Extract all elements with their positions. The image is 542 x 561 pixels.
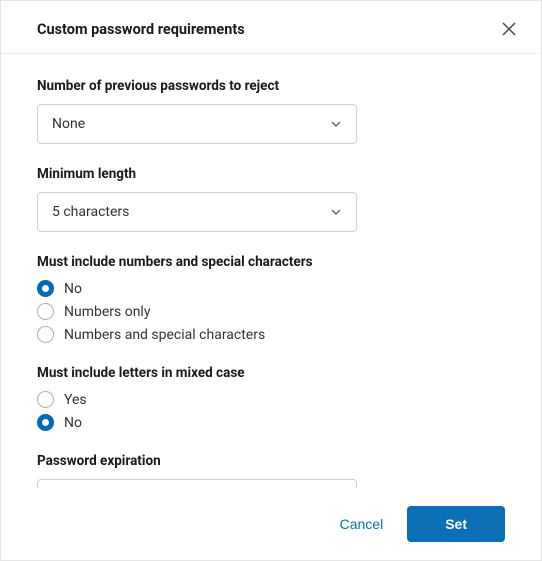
radio-label: No [64, 415, 82, 431]
cancel-button[interactable]: Cancel [340, 516, 384, 532]
radio-option-numbers-only[interactable]: Numbers only [37, 303, 505, 320]
dialog-title: Custom password requirements [37, 21, 245, 38]
min-length-select[interactable]: 5 characters [37, 192, 357, 232]
radio-label: Numbers and special characters [64, 327, 265, 343]
radio-label: No [64, 281, 82, 297]
radio-option-yes[interactable]: Yes [37, 391, 505, 408]
field-label: Must include numbers and special charact… [37, 254, 505, 270]
radio-option-no[interactable]: No [37, 414, 505, 431]
field-numbers-special: Must include numbers and special charact… [37, 254, 505, 343]
dialog-header: Custom password requirements [1, 1, 541, 54]
mixed-case-radio-group: Yes No [37, 391, 505, 431]
chevron-down-icon [330, 206, 342, 218]
dialog-body[interactable]: Number of previous passwords to reject N… [1, 54, 541, 488]
radio-label: Yes [64, 392, 87, 408]
radio-input[interactable] [37, 303, 54, 320]
radio-input[interactable] [37, 280, 54, 297]
field-label: Number of previous passwords to reject [37, 78, 505, 94]
dialog-footer: Cancel Set [1, 488, 541, 560]
field-label: Minimum length [37, 166, 505, 182]
expiration-select[interactable] [37, 479, 357, 488]
radio-option-no[interactable]: No [37, 280, 505, 297]
radio-option-numbers-and-special[interactable]: Numbers and special characters [37, 326, 505, 343]
field-min-length: Minimum length 5 characters [37, 166, 505, 232]
set-button[interactable]: Set [407, 506, 505, 542]
select-value: 5 characters [52, 204, 129, 220]
field-previous-passwords: Number of previous passwords to reject N… [37, 78, 505, 144]
close-button[interactable] [499, 19, 519, 39]
radio-input[interactable] [37, 391, 54, 408]
radio-input[interactable] [37, 414, 54, 431]
field-label: Must include letters in mixed case [37, 365, 505, 381]
close-icon [502, 22, 516, 36]
dialog-body-wrapper: Number of previous passwords to reject N… [1, 54, 541, 488]
previous-passwords-select[interactable]: None [37, 104, 357, 144]
field-password-expiration: Password expiration [37, 453, 505, 488]
password-requirements-dialog: Custom password requirements Number of p… [1, 1, 541, 560]
field-mixed-case: Must include letters in mixed case Yes N… [37, 365, 505, 431]
field-label: Password expiration [37, 453, 505, 469]
numbers-special-radio-group: No Numbers only Numbers and special char… [37, 280, 505, 343]
select-value: None [52, 116, 85, 132]
chevron-down-icon [330, 118, 342, 130]
radio-label: Numbers only [64, 304, 150, 320]
radio-input[interactable] [37, 326, 54, 343]
